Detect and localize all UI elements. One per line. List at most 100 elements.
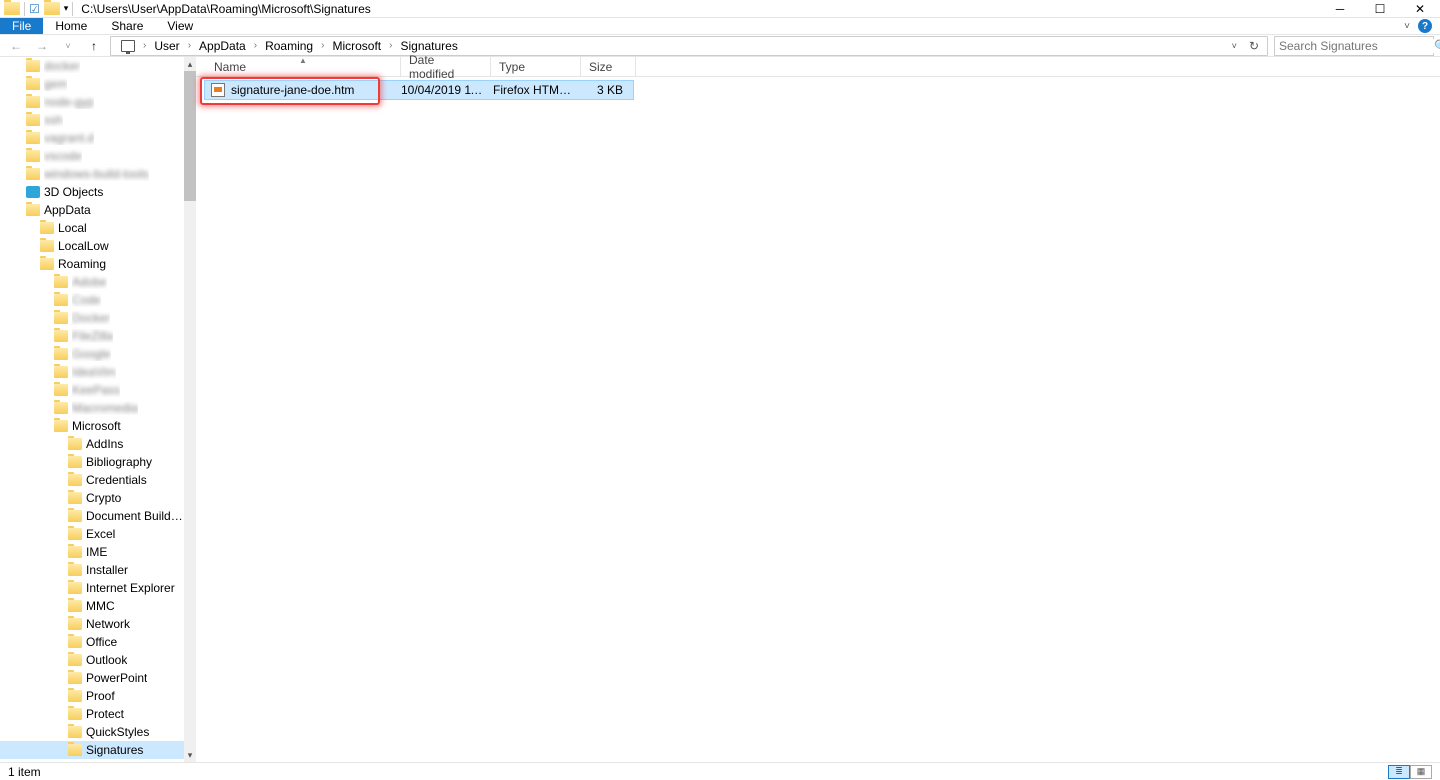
scroll-up-arrow[interactable]: ▴	[184, 57, 196, 71]
breadcrumb-root-icon[interactable]	[115, 37, 141, 55]
col-name[interactable]: Name ▲	[206, 57, 401, 76]
properties-icon[interactable]: ☑	[29, 2, 40, 16]
crumb-roaming[interactable]: Roaming	[259, 37, 319, 55]
tree-item[interactable]: docker	[0, 57, 184, 75]
col-date[interactable]: Date modified	[401, 57, 491, 76]
tree-item[interactable]: Google	[0, 345, 184, 363]
maximize-button[interactable]: ☐	[1360, 0, 1400, 18]
tree-scrollbar[interactable]: ▴ ▾	[184, 57, 196, 762]
tree-item-label: PowerPoint	[86, 671, 147, 685]
tree-item[interactable]: ssh	[0, 111, 184, 129]
app-icon[interactable]	[4, 2, 20, 15]
help-icon[interactable]: ?	[1418, 19, 1432, 33]
tree-item-label: Proof	[86, 689, 115, 703]
close-button[interactable]: ✕	[1400, 0, 1440, 18]
tree-bibliography[interactable]: Bibliography	[0, 453, 184, 471]
tree-microsoft[interactable]: Microsoft	[0, 417, 184, 435]
tree-crypto[interactable]: Crypto	[0, 489, 184, 507]
qat-separator-2	[72, 2, 73, 16]
chevron-right-icon[interactable]: ›	[387, 40, 394, 51]
tree-mmc[interactable]: MMC	[0, 597, 184, 615]
tree-item-label: Docker	[72, 311, 110, 325]
tree-item[interactable]: Code	[0, 291, 184, 309]
forward-button[interactable]: →	[32, 36, 52, 56]
tree-ime[interactable]: IME	[0, 543, 184, 561]
search-box[interactable]: 🔍	[1274, 36, 1434, 56]
tree-item[interactable]: Docker	[0, 309, 184, 327]
folder-icon	[68, 546, 82, 558]
qat-dropdown-icon[interactable]: ▾	[64, 3, 69, 14]
tree-credentials[interactable]: Credentials	[0, 471, 184, 489]
tree-item[interactable]: Adobe	[0, 273, 184, 291]
minimize-button[interactable]: ─	[1320, 0, 1360, 18]
tree-item[interactable]: vagrant.d	[0, 129, 184, 147]
crumb-user[interactable]: User	[148, 37, 185, 55]
tree-signatures[interactable]: Signatures	[0, 741, 184, 759]
html-file-icon	[211, 83, 225, 97]
tree-locallow[interactable]: LocalLow	[0, 237, 184, 255]
tree-excel[interactable]: Excel	[0, 525, 184, 543]
chevron-right-icon[interactable]: ›	[319, 40, 326, 51]
objects-3d-icon	[26, 186, 40, 198]
tree-item[interactable]: FileZilla	[0, 327, 184, 345]
tab-home[interactable]: Home	[43, 18, 99, 34]
tree-item-label: QuickStyles	[86, 725, 149, 739]
tree-network[interactable]: Network	[0, 615, 184, 633]
tree-outlook[interactable]: Outlook	[0, 651, 184, 669]
tree-powerpoint[interactable]: PowerPoint	[0, 669, 184, 687]
tree-addins[interactable]: AddIns	[0, 435, 184, 453]
tree-proof[interactable]: Proof	[0, 687, 184, 705]
ribbon-expand-icon[interactable]: ˅	[1404, 21, 1410, 32]
new-folder-icon[interactable]	[44, 2, 60, 15]
folder-icon	[68, 636, 82, 648]
tree-item[interactable]: Macromedia	[0, 399, 184, 417]
scroll-thumb[interactable]	[184, 71, 196, 201]
search-icon[interactable]: 🔍	[1434, 39, 1440, 53]
tree-protect[interactable]: Protect	[0, 705, 184, 723]
tree-item[interactable]: node-gyp	[0, 93, 184, 111]
tree-item[interactable]: windows-build-tools	[0, 165, 184, 183]
breadcrumb[interactable]: › User › AppData › Roaming › Microsoft ›…	[110, 36, 1268, 56]
tree-item-label: FileZilla	[72, 329, 113, 343]
column-headers: Name ▲ Date modified Type Size	[196, 57, 1440, 77]
file-list: Name ▲ Date modified Type Size signature…	[196, 57, 1440, 762]
file-row[interactable]: signature-jane-doe.htm 10/04/2019 11:33 …	[204, 80, 634, 100]
tree-3d-objects[interactable]: 3D Objects	[0, 183, 184, 201]
address-history-dropdown[interactable]: ˅	[1228, 39, 1241, 53]
recent-locations-dropdown[interactable]: ˅	[58, 36, 78, 56]
file-date: 10/04/2019 11:33	[401, 83, 493, 97]
up-button[interactable]: ↑	[84, 36, 104, 56]
col-size[interactable]: Size	[581, 57, 636, 76]
tree-quickstyles[interactable]: QuickStyles	[0, 723, 184, 741]
folder-icon	[40, 258, 54, 270]
refresh-icon[interactable]: ↻	[1245, 39, 1263, 53]
chevron-right-icon[interactable]: ›	[186, 40, 193, 51]
scroll-down-arrow[interactable]: ▾	[184, 748, 196, 762]
thumbnails-view-button[interactable]: ▦	[1410, 765, 1432, 779]
chevron-right-icon[interactable]: ›	[252, 40, 259, 51]
tree-appdata[interactable]: AppData	[0, 201, 184, 219]
search-input[interactable]	[1279, 39, 1434, 53]
tree-item[interactable]: KeePass	[0, 381, 184, 399]
crumb-appdata[interactable]: AppData	[193, 37, 252, 55]
tree-item[interactable]: IdeaVim	[0, 363, 184, 381]
tab-view[interactable]: View	[155, 18, 205, 34]
crumb-microsoft[interactable]: Microsoft	[326, 37, 387, 55]
tab-share[interactable]: Share	[99, 18, 155, 34]
tree-item[interactable]: vscode	[0, 147, 184, 165]
back-button[interactable]: ←	[6, 36, 26, 56]
chevron-right-icon[interactable]: ›	[141, 40, 148, 51]
tree-office[interactable]: Office	[0, 633, 184, 651]
tree-installer[interactable]: Installer	[0, 561, 184, 579]
nav-tree[interactable]: dockergemnode-gypsshvagrant.dvscodewindo…	[0, 57, 184, 762]
tree-internet-explorer[interactable]: Internet Explorer	[0, 579, 184, 597]
col-type[interactable]: Type	[491, 57, 581, 76]
tree-item-label: Google	[72, 347, 111, 361]
tree-document-building-blocks[interactable]: Document Building Blocks	[0, 507, 184, 525]
tree-local[interactable]: Local	[0, 219, 184, 237]
tab-file[interactable]: File	[0, 18, 43, 34]
folder-icon	[40, 240, 54, 252]
tree-item[interactable]: gem	[0, 75, 184, 93]
details-view-button[interactable]: ≣	[1388, 765, 1410, 779]
tree-roaming[interactable]: Roaming	[0, 255, 184, 273]
